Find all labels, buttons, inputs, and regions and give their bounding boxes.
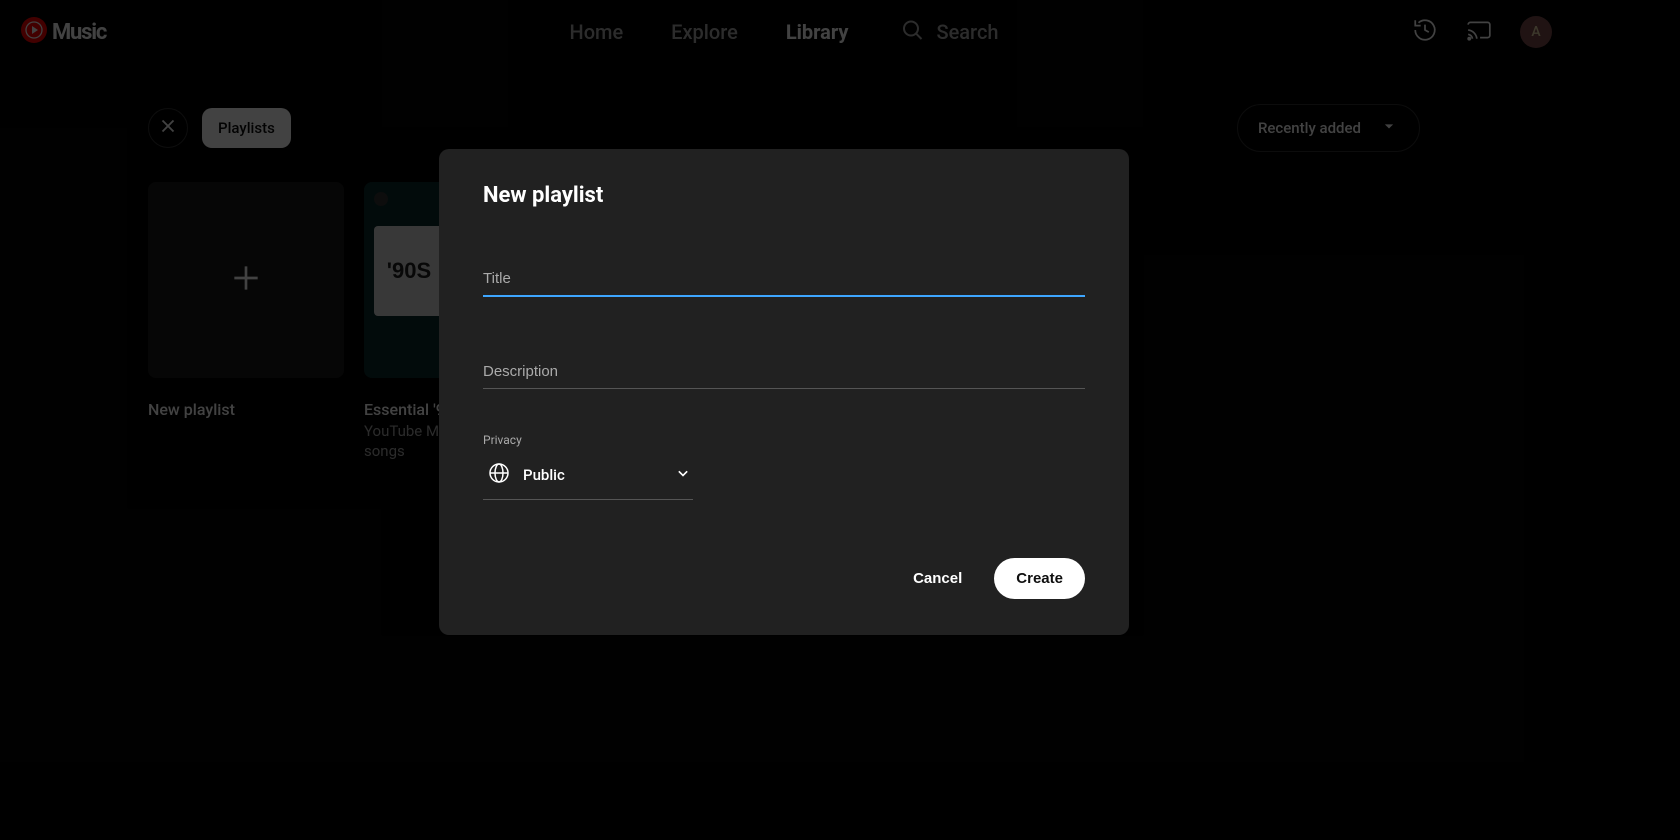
dialog-title: New playlist [483,183,1085,208]
title-field [483,266,1085,297]
description-field [483,359,1085,389]
chevron-down-icon [673,463,693,487]
title-input[interactable] [483,266,1085,297]
privacy-block: Privacy Public [483,433,1085,500]
privacy-label: Privacy [483,433,1085,447]
description-input[interactable] [483,359,1085,389]
privacy-value: Public [523,466,661,484]
new-playlist-dialog: New playlist Privacy Pub [439,149,1129,635]
dialog-actions: Cancel Create [483,558,1085,599]
privacy-select[interactable]: Public [483,455,693,500]
cancel-button[interactable]: Cancel [895,560,980,597]
create-button[interactable]: Create [994,558,1085,599]
modal-scrim[interactable]: New playlist Privacy Pub [0,0,1568,784]
globe-icon [487,461,511,489]
